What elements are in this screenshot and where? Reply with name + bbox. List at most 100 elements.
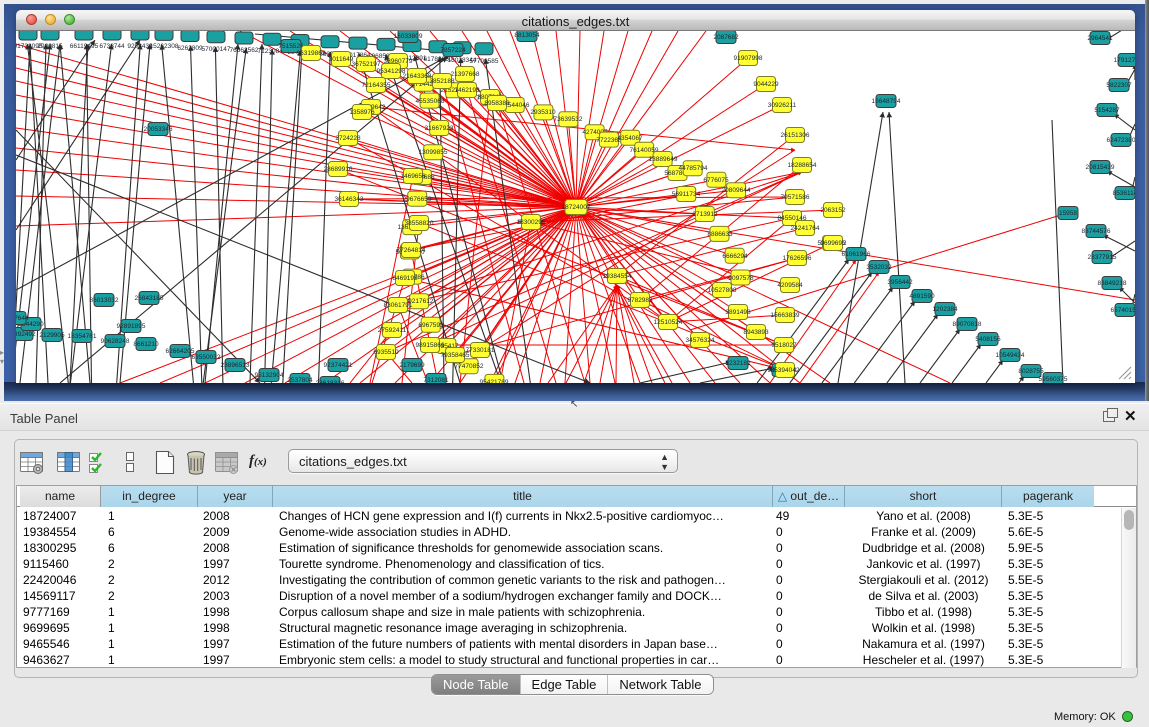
svg-text:2964541: 2964541	[1087, 35, 1113, 42]
svg-text:28689916: 28689916	[324, 166, 353, 173]
svg-text:36752197: 36752197	[352, 61, 381, 68]
svg-text:15262308: 15262308	[150, 43, 179, 50]
svg-text:1462193: 1462193	[454, 87, 480, 94]
svg-text:10527808: 10527808	[708, 287, 737, 294]
svg-text:31667923: 31667923	[425, 125, 454, 132]
svg-text:7515526: 7515526	[278, 43, 304, 50]
svg-text:91907998: 91907998	[734, 55, 763, 62]
svg-text:73639532: 73639532	[554, 116, 583, 123]
svg-text:62664205: 62664205	[166, 348, 195, 355]
svg-text:3956442: 3956442	[887, 279, 913, 286]
svg-text:18300295: 18300295	[517, 219, 546, 226]
svg-text:61061966: 61061966	[842, 251, 871, 258]
svg-text:77330181: 77330181	[466, 347, 495, 354]
svg-text:6263809: 6263809	[177, 45, 203, 52]
svg-text:6738744: 6738744	[99, 43, 125, 50]
svg-text:3011649: 3011649	[329, 56, 354, 63]
svg-text:21397668: 21397668	[451, 71, 480, 78]
svg-text:28377915: 28377915	[1088, 254, 1117, 261]
svg-text:30926211: 30926211	[768, 102, 797, 109]
svg-text:83849218: 83849218	[1098, 280, 1127, 287]
svg-text:2087682: 2087682	[713, 34, 739, 41]
svg-text:95132904: 95132904	[255, 372, 284, 379]
svg-text:7857224: 7857224	[440, 47, 466, 54]
svg-text:18724007: 18724007	[562, 204, 591, 211]
svg-text:8536114: 8536114	[1113, 190, 1135, 197]
svg-text:12510524: 12510524	[654, 319, 683, 326]
svg-text:19384554: 19384554	[603, 273, 632, 280]
svg-text:20809644: 20809644	[722, 187, 751, 194]
svg-text:9044229: 9044229	[753, 81, 779, 88]
svg-text:18288654: 18288654	[788, 162, 817, 169]
svg-text:3891498: 3891498	[725, 309, 751, 316]
svg-text:77470852: 77470852	[455, 363, 484, 370]
svg-text:2063152: 2063152	[820, 207, 846, 214]
svg-text:10549434: 10549434	[996, 352, 1025, 359]
svg-text:1358976: 1358976	[349, 109, 375, 116]
svg-text:13099855: 13099855	[419, 149, 448, 156]
svg-text:15663839: 15663839	[771, 312, 800, 319]
svg-text:92374421: 92374421	[324, 362, 353, 369]
svg-text:26843185: 26843185	[135, 295, 164, 302]
svg-text:79571586: 79571586	[781, 194, 810, 201]
svg-text:6935510: 6935510	[373, 349, 399, 356]
svg-text:8886633: 8886633	[707, 231, 733, 238]
svg-text:86013032: 86013032	[90, 297, 119, 304]
svg-text:77264814: 77264814	[397, 247, 426, 254]
svg-text:24241764: 24241764	[791, 225, 820, 232]
svg-text:2713912: 2713912	[692, 211, 718, 218]
svg-text:76662562: 76662562	[230, 47, 259, 54]
svg-text:96319863: 96319863	[297, 50, 326, 57]
svg-text:6776075: 6776075	[703, 177, 729, 184]
svg-text:45535068: 45535068	[416, 98, 445, 105]
svg-text:6967591: 6967591	[418, 322, 444, 329]
svg-text:44785794: 44785794	[679, 165, 708, 172]
svg-text:9782983: 9782983	[627, 297, 653, 304]
svg-text:65740154: 65740154	[1111, 307, 1135, 314]
svg-text:18354761: 18354761	[68, 333, 97, 340]
svg-text:8661210: 8661210	[133, 341, 159, 348]
svg-text:8958388: 8958388	[484, 100, 510, 107]
svg-text:2724228: 2724228	[335, 135, 361, 142]
svg-text:62472380: 62472380	[1107, 137, 1135, 144]
svg-text:4891590: 4891590	[909, 293, 935, 300]
svg-text:2179699: 2179699	[399, 362, 425, 369]
svg-text:8392492: 8392492	[16, 331, 36, 338]
svg-text:95341298: 95341298	[377, 68, 406, 75]
svg-text:90628248: 90628248	[101, 338, 130, 345]
svg-text:8028755: 8028755	[1018, 368, 1044, 375]
svg-text:2129905: 2129905	[39, 332, 65, 339]
svg-text:1202384: 1202384	[932, 306, 958, 313]
svg-text:13889649: 13889649	[649, 156, 678, 163]
svg-text:8943893: 8943893	[743, 329, 769, 336]
svg-text:57709585: 57709585	[470, 58, 499, 65]
svg-text:27592411: 27592411	[378, 327, 407, 334]
svg-text:21643368: 21643368	[403, 73, 432, 80]
svg-text:9097578: 9097578	[728, 275, 754, 282]
svg-text:15958: 15958	[1059, 210, 1077, 217]
svg-text:92891895: 92891895	[117, 323, 146, 330]
svg-text:5232182: 5232182	[725, 360, 751, 367]
svg-text:29676659: 29676659	[403, 196, 432, 203]
svg-text:98915866: 98915866	[416, 342, 445, 349]
svg-text:8813054: 8813054	[514, 32, 540, 39]
svg-text:95421789: 95421789	[480, 379, 509, 383]
svg-text:4354067: 4354067	[617, 135, 643, 142]
svg-text:36146343: 36146343	[335, 196, 364, 203]
svg-text:26151306: 26151306	[781, 132, 810, 139]
svg-text:5822307: 5822307	[1106, 82, 1132, 89]
svg-text:16033809: 16033809	[394, 33, 423, 40]
svg-text:20815439: 20815439	[1086, 164, 1115, 171]
svg-text:89070818: 89070818	[953, 321, 982, 328]
svg-text:16648794: 16648794	[872, 98, 901, 105]
svg-text:23896513: 23896513	[221, 362, 250, 369]
svg-text:5408156: 5408156	[975, 336, 1001, 343]
svg-text:83061791: 83061791	[384, 302, 413, 309]
svg-text:83744576: 83744576	[1082, 228, 1111, 235]
svg-text:9518027: 9518027	[771, 342, 797, 349]
svg-text:57000147: 57000147	[202, 46, 231, 53]
svg-text:66119495: 66119495	[70, 43, 99, 50]
svg-text:59560375: 59560375	[1039, 376, 1068, 383]
svg-text:3537804: 3537804	[287, 377, 313, 383]
svg-text:4209584: 4209584	[777, 282, 803, 289]
